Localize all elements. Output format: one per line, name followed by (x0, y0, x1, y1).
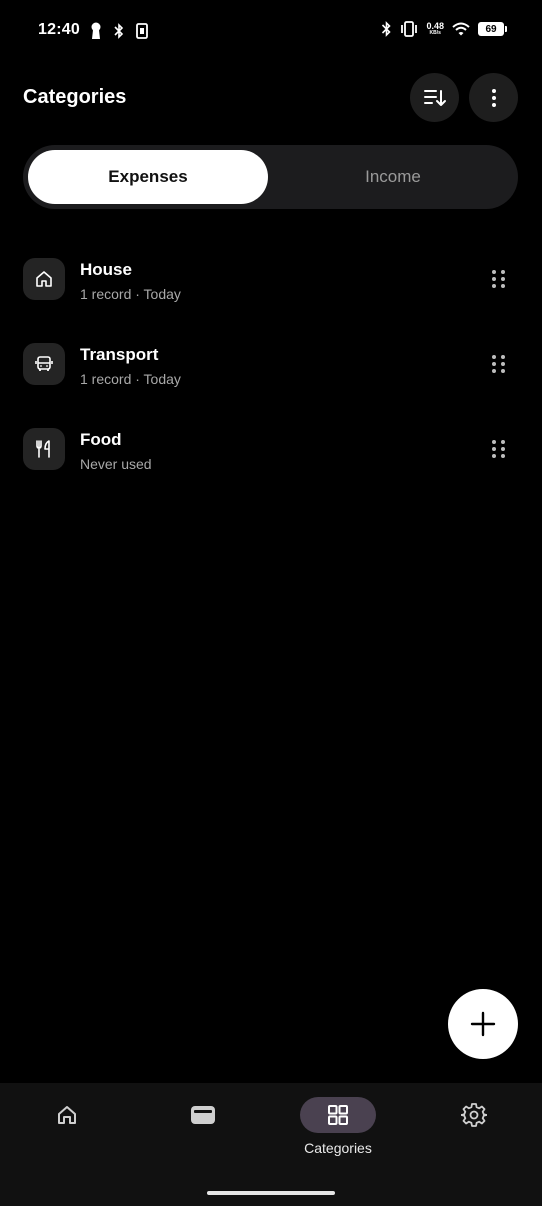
category-row-house[interactable]: House 1 record · Today (0, 237, 542, 322)
nav-pill (29, 1097, 105, 1133)
plus-icon (470, 1011, 496, 1037)
category-icon-container (23, 428, 65, 470)
category-subtitle: Never used (80, 456, 152, 472)
home-icon (58, 1106, 76, 1124)
add-category-button[interactable] (448, 989, 518, 1059)
vibrate-icon (401, 21, 418, 37)
nav-item-home[interactable] (22, 1097, 112, 1133)
bottom-navigation: Categories (0, 1083, 542, 1206)
nav-pill (165, 1097, 241, 1133)
nav-pill (300, 1097, 376, 1133)
category-name: Transport (80, 345, 159, 364)
nav-label: Categories (304, 1140, 372, 1156)
nav-item-wallet[interactable] (158, 1097, 248, 1133)
category-subtitle: 1 record · Today (80, 286, 181, 302)
keyhole-icon (91, 22, 101, 39)
status-bar: 12:40 0.48 KB/s 69 (0, 0, 542, 62)
status-right-icons: 0.48 KB/s 69 (381, 21, 507, 37)
net-speed: 0.48 KB/s (426, 22, 444, 36)
tab-expenses[interactable]: Expenses (28, 150, 268, 204)
wallet-icon (191, 1106, 215, 1124)
bluetooth-icon (114, 23, 124, 39)
bluetooth-icon (382, 21, 392, 37)
category-name: Food (80, 430, 122, 449)
category-name: House (80, 260, 132, 279)
status-time: 12:40 (38, 21, 80, 38)
drag-handle-icon[interactable] (492, 440, 508, 460)
nav-item-settings[interactable] (429, 1097, 519, 1133)
category-row-transport[interactable]: Transport 1 record · Today (0, 322, 542, 407)
more-vertical-icon (491, 88, 496, 107)
drag-handle-icon[interactable] (492, 355, 508, 375)
net-speed-unit: KB/s (429, 30, 441, 36)
category-icon-container (23, 258, 65, 300)
sort-icon (423, 89, 446, 106)
home-indicator[interactable] (207, 1191, 335, 1195)
battery-icon: 69 (478, 22, 507, 36)
gear-icon (461, 1103, 487, 1127)
tab-income[interactable]: Income (273, 150, 513, 204)
drag-handle-icon[interactable] (492, 270, 508, 290)
more-options-button[interactable] (469, 73, 518, 122)
category-subtitle: 1 record · Today (80, 371, 181, 387)
type-tabs: Expenses Income (23, 145, 518, 209)
page-title: Categories (23, 86, 127, 108)
nav-item-categories[interactable]: Categories (293, 1097, 383, 1156)
category-list: House 1 record · Today Transport 1 recor… (0, 237, 542, 492)
wifi-icon (452, 22, 470, 36)
house-icon (36, 271, 52, 287)
fork-knife-icon (36, 440, 50, 458)
status-left-icons (90, 22, 148, 40)
nav-pill (436, 1097, 512, 1133)
sort-button[interactable] (410, 73, 459, 122)
bus-icon (35, 356, 53, 371)
category-icon-container (23, 343, 65, 385)
grid-icon (328, 1105, 348, 1125)
nfc-icon (136, 23, 148, 39)
category-row-food[interactable]: Food Never used (0, 407, 542, 492)
